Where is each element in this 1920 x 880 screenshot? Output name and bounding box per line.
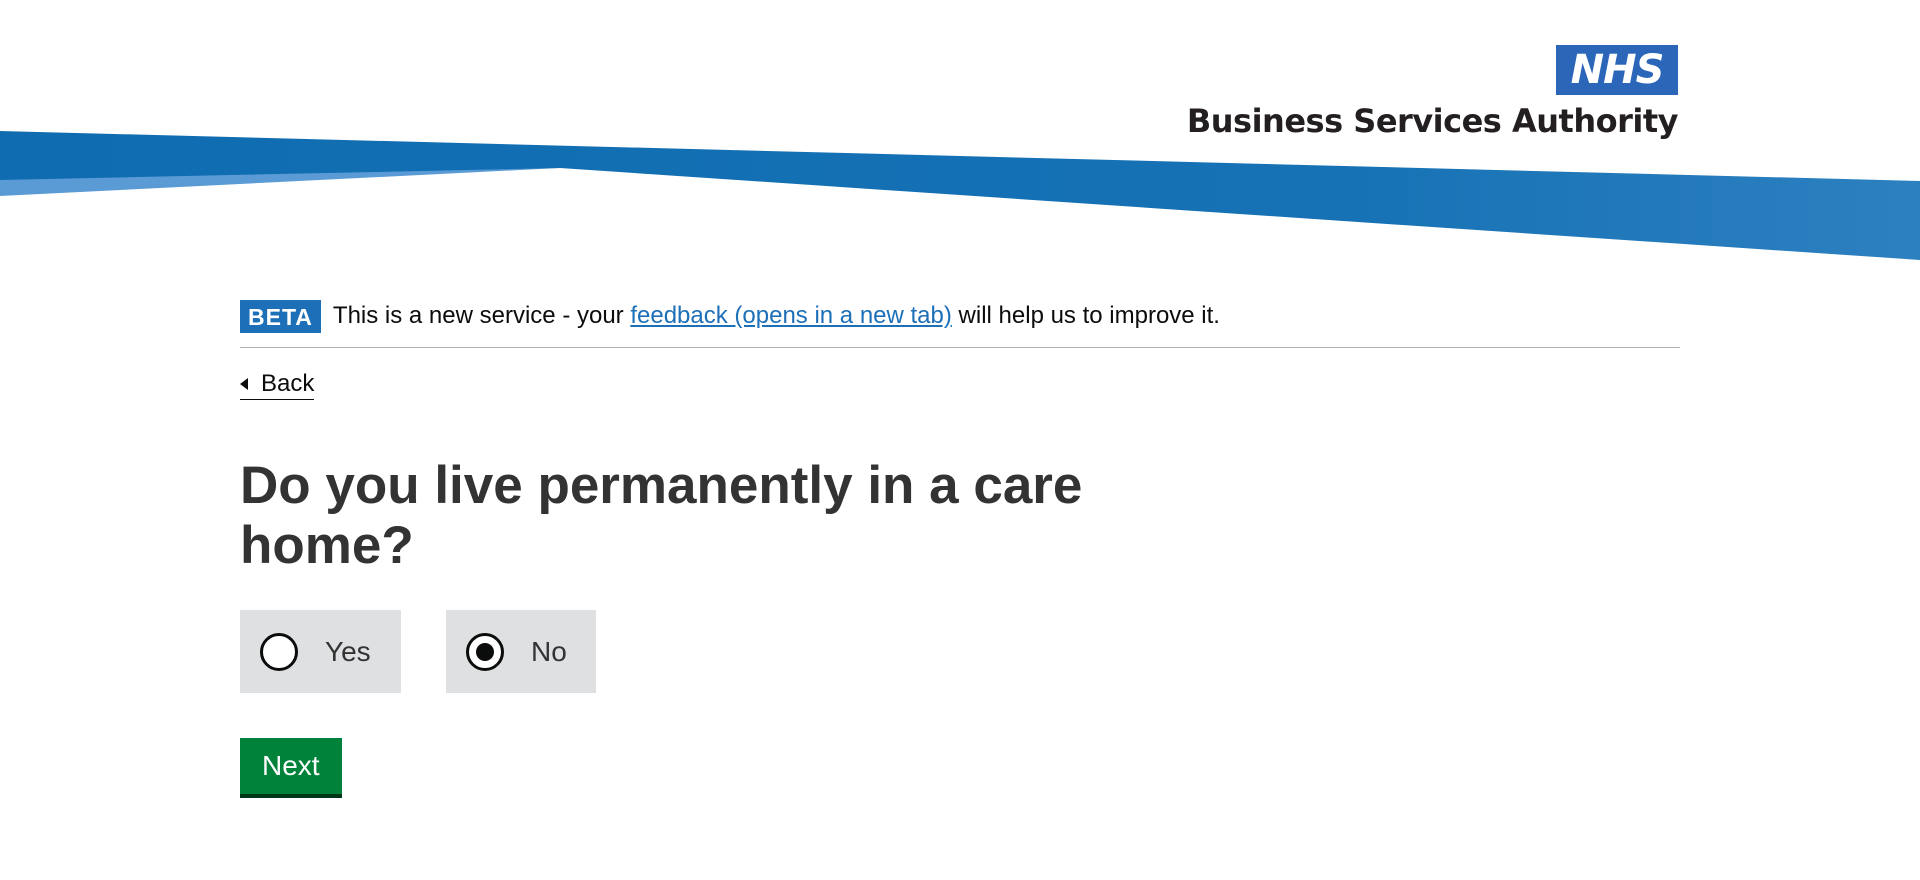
page: NHS Business Services Authority BETA Thi… bbox=[0, 0, 1920, 880]
phase-text-before: This is a new service - your bbox=[332, 302, 631, 329]
nhs-logo-badge: NHS bbox=[1556, 45, 1678, 95]
phase-banner-text: This is a new service - your feedback (o… bbox=[333, 302, 1220, 330]
main-content: BETA This is a new service - your feedba… bbox=[240, 298, 1680, 794]
feedback-link[interactable]: feedback (opens in a new tab) bbox=[630, 302, 952, 329]
radio-option-yes[interactable]: Yes bbox=[240, 610, 401, 693]
page-title: Do you live permanently in a care home? bbox=[240, 456, 1083, 575]
radio-option-no[interactable]: No bbox=[446, 610, 596, 693]
header: NHS Business Services Authority bbox=[0, 0, 1920, 270]
chevron-left-icon bbox=[240, 378, 248, 390]
radio-group: Yes No bbox=[240, 610, 1680, 693]
radio-button-yes[interactable] bbox=[260, 632, 298, 671]
radio-button-no[interactable] bbox=[466, 632, 504, 671]
radio-label-yes: Yes bbox=[325, 635, 371, 667]
phase-text-after: will help us to improve it. bbox=[951, 302, 1220, 329]
back-link-label: Back bbox=[261, 370, 315, 397]
beta-tag: BETA bbox=[240, 299, 321, 333]
nhsbsa-logo[interactable]: NHS Business Services Authority bbox=[1187, 45, 1679, 145]
org-name: Business Services Authority bbox=[1186, 102, 1679, 140]
next-button[interactable]: Next bbox=[240, 738, 342, 794]
back-link[interactable]: Back bbox=[240, 370, 315, 400]
radio-label-no: No bbox=[531, 635, 567, 667]
phase-banner: BETA This is a new service - your feedba… bbox=[240, 298, 1680, 348]
